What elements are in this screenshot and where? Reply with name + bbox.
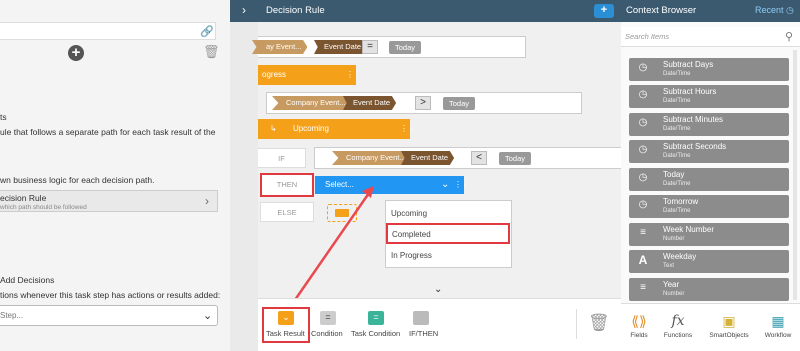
task-condition-icon[interactable]: =: [368, 311, 384, 325]
condition-icon[interactable]: =: [320, 311, 336, 325]
decision-rule-subtitle: which path should be followed: [0, 204, 87, 211]
nav-label: Functions: [663, 332, 693, 339]
calendar-icon: ◷: [638, 117, 648, 128]
function-item[interactable]: ◷ Today Date/Time: [629, 168, 789, 191]
function-name: Subtract Days: [663, 60, 714, 69]
step-select[interactable]: Step... ⌄: [0, 305, 218, 326]
function-name: Subtract Hours: [663, 87, 717, 96]
decision-rule-title: ecision Rule: [0, 193, 47, 203]
context-nav: ⟪⟫ Fields fx Functions ▣ SmartObjects ▦ …: [621, 303, 800, 351]
add-circle-icon[interactable]: +: [68, 45, 84, 61]
toolbar-divider: [576, 309, 577, 339]
function-type: Date/Time: [663, 181, 691, 187]
toolbar-label-task-condition[interactable]: Task Condition: [351, 329, 400, 338]
calendar-icon: ◷: [638, 199, 648, 210]
function-name: Year: [663, 280, 680, 289]
list-number-icon: ≡: [640, 227, 646, 238]
function-type: Date/Time: [663, 98, 691, 104]
function-item[interactable]: ◷ Subtract Seconds Date/Time: [629, 140, 789, 163]
nav-label: SmartObjects: [709, 332, 749, 339]
decision-rule-selector[interactable]: ecision Rule which path should be follow…: [0, 190, 218, 212]
function-name: Week Number: [663, 225, 714, 234]
function-item[interactable]: A Weekday Text: [629, 250, 789, 273]
function-item[interactable]: ◷ Subtract Minutes Date/Time: [629, 113, 789, 136]
calendar-icon: ◷: [638, 144, 648, 155]
functions-icon: fx: [671, 313, 685, 329]
function-name: Subtract Seconds: [663, 142, 727, 151]
nav-smartobjects[interactable]: ▣ SmartObjects: [709, 310, 749, 339]
link-icon[interactable]: 🔗: [200, 25, 214, 38]
nav-label: Fields: [630, 332, 648, 339]
context-browser-header: Context Browser Recent ◷: [621, 0, 800, 22]
calendar-icon: ◷: [638, 172, 648, 183]
smartobjects-icon: ▣: [722, 313, 736, 329]
function-name: Tomorrow: [663, 197, 699, 206]
function-item[interactable]: ≡ Year Number: [629, 278, 789, 301]
decision-rule-panel: Decision Rule + ay Event... Event Date =…: [252, 0, 621, 351]
workflow-icon: ▦: [771, 313, 785, 329]
left-panel: 🔗 + 🗑 ts ule that follows a separate pat…: [0, 0, 230, 351]
nav-fields[interactable]: ⟪⟫ Fields: [619, 310, 659, 339]
task-result-icon[interactable]: ⌄: [278, 311, 294, 325]
function-type: Number: [663, 236, 685, 242]
function-item[interactable]: ◷ Subtract Days Date/Time: [629, 58, 789, 81]
expand-panel-button[interactable]: ›: [230, 0, 258, 22]
function-item[interactable]: ◷ Subtract Hours Date/Time: [629, 85, 789, 108]
add-decisions-label: Add Decisions: [0, 275, 55, 285]
trash-icon[interactable]: 🗑: [588, 313, 610, 333]
left-text-ts: ts: [0, 112, 7, 122]
chevron-right-icon: ›: [205, 194, 209, 208]
search-input[interactable]: Search Items: [625, 32, 669, 41]
nav-workflow[interactable]: ▦ Workflow: [758, 310, 798, 339]
search-icon[interactable]: ⚲: [785, 30, 793, 43]
top-input[interactable]: [0, 22, 216, 40]
function-name: Subtract Minutes: [663, 115, 724, 124]
nav-functions[interactable]: fx Functions: [658, 310, 698, 339]
step-select-placeholder: Step...: [0, 311, 24, 320]
function-type: Date/Time: [663, 126, 691, 132]
function-type: Date/Time: [663, 208, 691, 214]
scrollbar[interactable]: [793, 50, 797, 300]
trash-icon[interactable]: 🗑: [203, 44, 220, 59]
function-name: Today: [663, 170, 685, 179]
if-then-icon[interactable]: [413, 311, 429, 325]
toolbar: ⌄ Task Result = Condition = Task Conditi…: [258, 298, 621, 351]
chevron-down-icon: ⌄: [203, 310, 213, 322]
context-browser-title: Context Browser: [626, 5, 697, 16]
function-type: Number: [663, 291, 685, 297]
function-item[interactable]: ◷ Tomorrow Date/Time: [629, 195, 789, 218]
calendar-icon: ◷: [638, 62, 648, 73]
left-text-logic: wn business logic for each decision path…: [0, 175, 155, 185]
context-browser: Context Browser Recent ◷ Search Items ⚲ …: [621, 0, 800, 351]
fields-icon: ⟪⟫: [631, 313, 647, 329]
add-decisions-desc: tions whenever this task step has action…: [0, 290, 221, 300]
recent-link[interactable]: Recent ◷: [755, 5, 794, 16]
toolbar-label-if-then[interactable]: IF/THEN: [409, 329, 438, 338]
text-a-icon: A: [638, 253, 648, 267]
scroll-down-icon[interactable]: ⌄: [434, 284, 442, 295]
list-number-icon: ≡: [640, 282, 646, 293]
toolbar-label-condition[interactable]: Condition: [311, 329, 343, 338]
clock-icon[interactable]: ◷: [786, 5, 794, 15]
function-name: Weekday: [663, 252, 697, 261]
function-item[interactable]: ≡ Week Number Number: [629, 223, 789, 246]
nav-label: Workflow: [764, 332, 792, 339]
toolbar-label-task-result[interactable]: Task Result: [266, 329, 305, 338]
calendar-icon: ◷: [638, 89, 648, 100]
left-text-rule: ule that follows a separate path for eac…: [0, 127, 216, 137]
recent-label[interactable]: Recent: [755, 5, 784, 15]
function-type: Date/Time: [663, 153, 691, 159]
function-type: Date/Time: [663, 71, 691, 77]
function-type: Text: [663, 263, 675, 269]
search-box[interactable]: Search Items ⚲: [621, 27, 800, 47]
